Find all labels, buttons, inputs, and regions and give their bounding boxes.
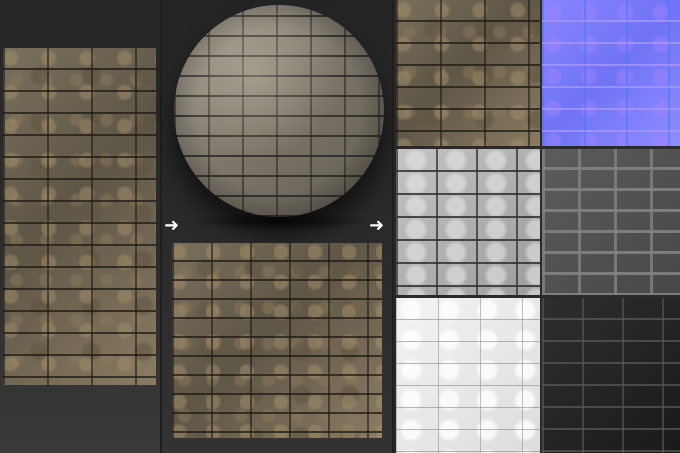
tiled-stone-wall-texture: [172, 243, 382, 438]
ambient-occlusion-map-tile: [542, 149, 680, 295]
dark-map-tile: [542, 298, 680, 453]
albedo-map-tile: [396, 0, 540, 146]
right-arrow-icon: ➜: [369, 215, 385, 236]
material-preview-sphere: [174, 5, 384, 217]
source-stone-wall-texture: [3, 48, 156, 385]
normal-map-tile: [542, 0, 680, 146]
roughness-map-tile: [396, 298, 540, 453]
right-arrow-icon: ➜: [164, 215, 180, 236]
height-map-tile: [396, 149, 540, 295]
